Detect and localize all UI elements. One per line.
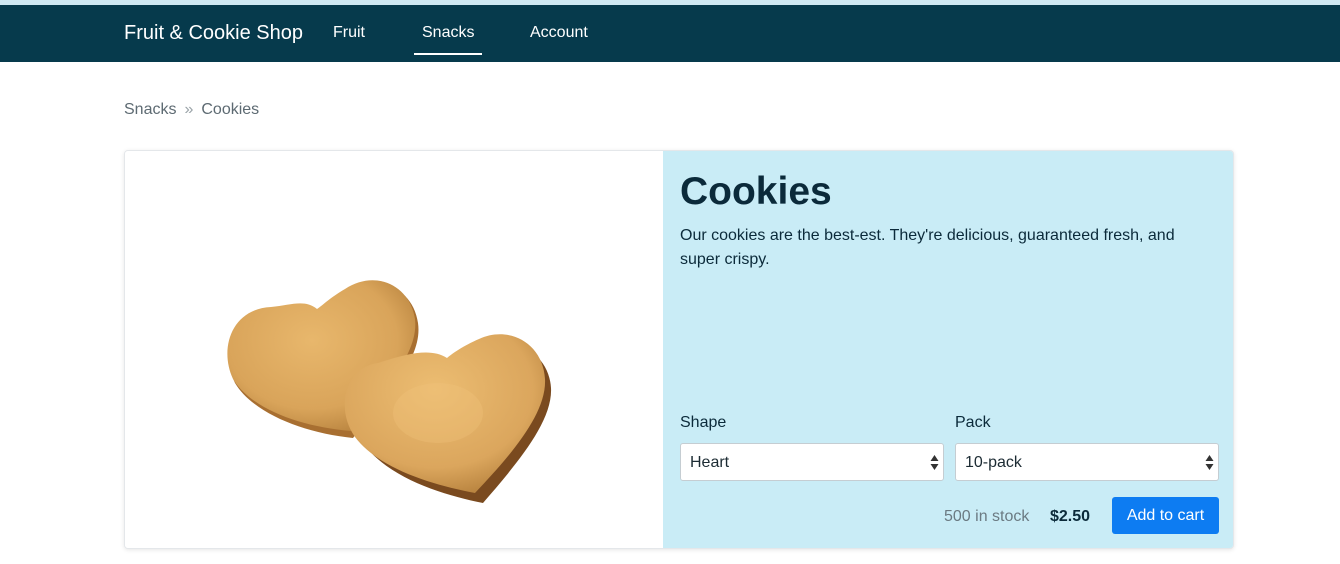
breadcrumb-cookies: Cookies xyxy=(201,101,260,118)
price: $2.50 xyxy=(1050,508,1091,525)
shape-select-value: Heart xyxy=(690,454,730,471)
shape-select[interactable]: Heart xyxy=(680,443,944,481)
stock-count: 500 in stock xyxy=(944,508,1030,525)
pack-select-value: 10-pack xyxy=(965,454,1022,471)
breadcrumb-separator: » xyxy=(184,101,194,118)
nav-fruit[interactable]: Fruit xyxy=(333,24,365,42)
navbar: Fruit & Cookie Shop Fruit Snacks Account xyxy=(0,5,1340,62)
nav-account[interactable]: Account xyxy=(530,24,588,42)
breadcrumb-snacks[interactable]: Snacks xyxy=(124,101,176,119)
nav-active-underline xyxy=(414,53,482,55)
product-title: Cookies xyxy=(680,170,832,213)
pack-select[interactable]: 10-pack xyxy=(955,443,1219,481)
heart-cookies-image xyxy=(227,280,552,503)
select-arrows-icon xyxy=(930,455,939,470)
product-description: Our cookies are the best-est. They're de… xyxy=(680,227,1175,268)
select-arrows-icon xyxy=(1205,455,1214,470)
add-to-cart-button[interactable]: Add to cart xyxy=(1112,497,1219,534)
nav-snacks[interactable]: Snacks xyxy=(422,24,474,42)
breadcrumb: Snacks » Cookies xyxy=(124,101,259,119)
shape-label: Shape xyxy=(680,414,727,431)
product-info-pane: Cookies Our cookies are the best-est. Th… xyxy=(663,151,1233,548)
brand-link[interactable]: Fruit & Cookie Shop xyxy=(124,22,303,45)
product-image-pane xyxy=(125,151,663,548)
product-card: Cookies Our cookies are the best-est. Th… xyxy=(124,150,1234,549)
pack-label: Pack xyxy=(955,414,991,431)
